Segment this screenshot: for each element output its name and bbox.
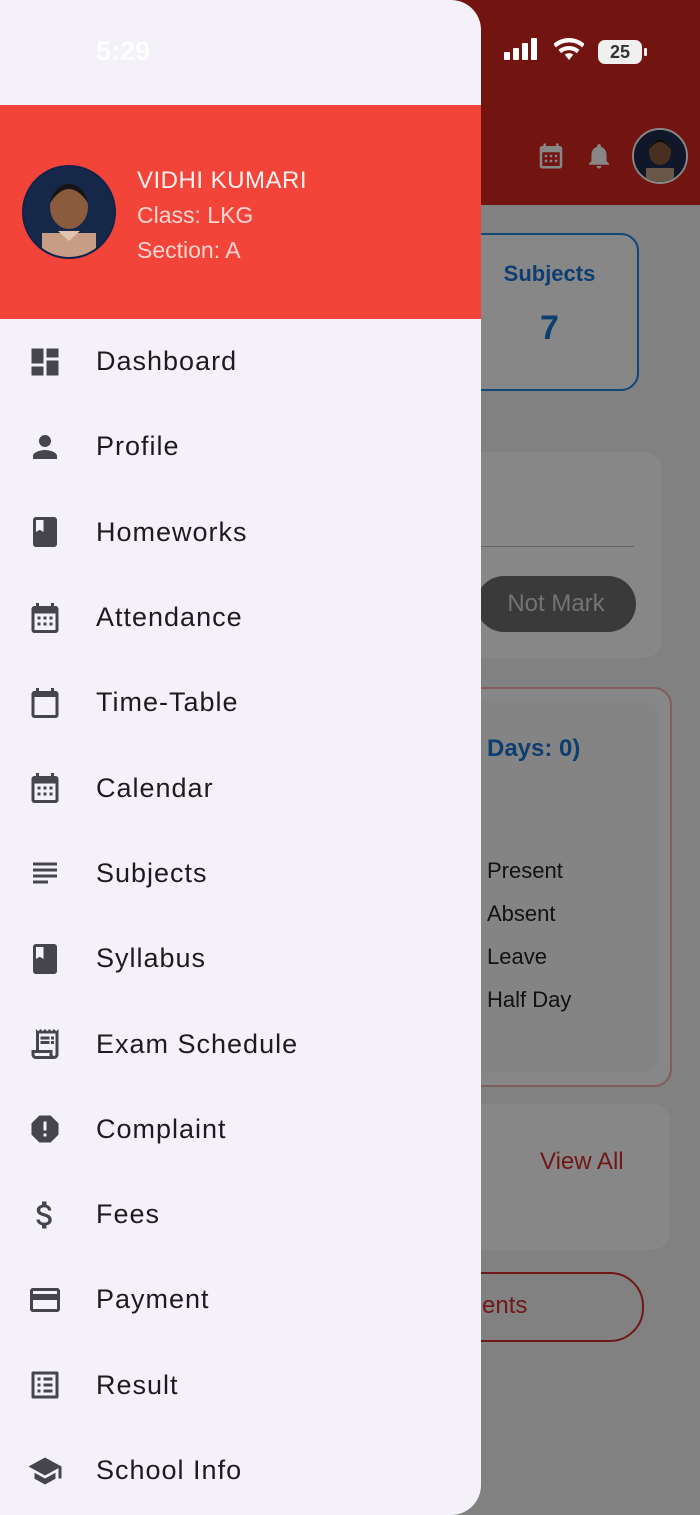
status-icons: 25 — [504, 38, 647, 65]
navigation-drawer: VIDHI KUMARI Class: LKG Section: A Dashb… — [0, 0, 481, 1515]
school-cap-icon — [26, 1452, 64, 1490]
drawer-header: VIDHI KUMARI Class: LKG Section: A — [0, 105, 481, 319]
battery-indicator: 25 — [598, 39, 647, 64]
menu-item-complaint[interactable]: Complaint — [0, 1087, 481, 1172]
menu-item-fees[interactable]: Fees — [0, 1172, 481, 1257]
menu-item-label: Subjects — [96, 857, 208, 888]
menu-item-label: Complaint — [96, 1113, 227, 1144]
menu-item-profile[interactable]: Profile — [0, 404, 481, 489]
receipt-icon — [26, 1025, 64, 1063]
menu-item-label: Fees — [96, 1199, 161, 1230]
menu-item-label: Homeworks — [96, 516, 248, 547]
list-box-icon — [26, 1366, 64, 1404]
person-icon — [26, 428, 64, 466]
user-section: Section: A — [137, 237, 241, 263]
user-name: VIDHI KUMARI — [137, 167, 308, 194]
menu-item-calendar[interactable]: Calendar — [0, 745, 481, 830]
menu-item-subjects[interactable]: Subjects — [0, 831, 481, 916]
dashboard-icon — [26, 343, 64, 381]
menu-item-time-table[interactable]: Time-Table — [0, 660, 481, 745]
menu-item-label: Syllabus — [96, 943, 207, 974]
wifi-icon — [553, 38, 585, 65]
menu-item-label: Attendance — [96, 602, 243, 633]
alert-octagon-icon — [26, 1110, 64, 1148]
menu-item-exam-schedule[interactable]: Exam Schedule — [0, 1001, 481, 1086]
credit-card-icon — [26, 1281, 64, 1319]
drawer-menu: Dashboard Profile Homeworks Attendance T… — [0, 319, 481, 1513]
book-icon — [26, 940, 64, 978]
menu-item-attendance[interactable]: Attendance — [0, 575, 481, 660]
menu-item-label: Calendar — [96, 772, 214, 803]
menu-item-result[interactable]: Result — [0, 1343, 481, 1428]
menu-item-label: Result — [96, 1369, 179, 1400]
menu-item-syllabus[interactable]: Syllabus — [0, 916, 481, 1001]
calendar-blank-icon — [26, 684, 64, 722]
user-class: Class: LKG — [137, 202, 254, 228]
menu-item-label: Dashboard — [96, 346, 238, 377]
avatar — [22, 165, 116, 259]
calendar-icon — [26, 599, 64, 637]
menu-item-dashboard[interactable]: Dashboard — [0, 319, 481, 404]
calendar-icon — [26, 769, 64, 807]
book-icon — [26, 513, 64, 551]
status-time: 5:29 — [96, 36, 151, 66]
signal-icon — [504, 38, 540, 65]
menu-item-homeworks[interactable]: Homeworks — [0, 490, 481, 575]
menu-item-label: School Info — [96, 1455, 243, 1485]
menu-item-label: Time-Table — [96, 687, 239, 718]
menu-item-payment[interactable]: Payment — [0, 1257, 481, 1342]
menu-item-label: Payment — [96, 1284, 210, 1315]
dollar-icon — [26, 1196, 64, 1234]
menu-item-label: Profile — [96, 431, 180, 462]
menu-item-school-info[interactable]: School Info — [0, 1428, 481, 1513]
user-info: VIDHI KUMARI Class: LKG Section: A — [137, 163, 307, 268]
subject-lines-icon — [26, 854, 64, 892]
menu-item-label: Exam Schedule — [96, 1028, 299, 1059]
